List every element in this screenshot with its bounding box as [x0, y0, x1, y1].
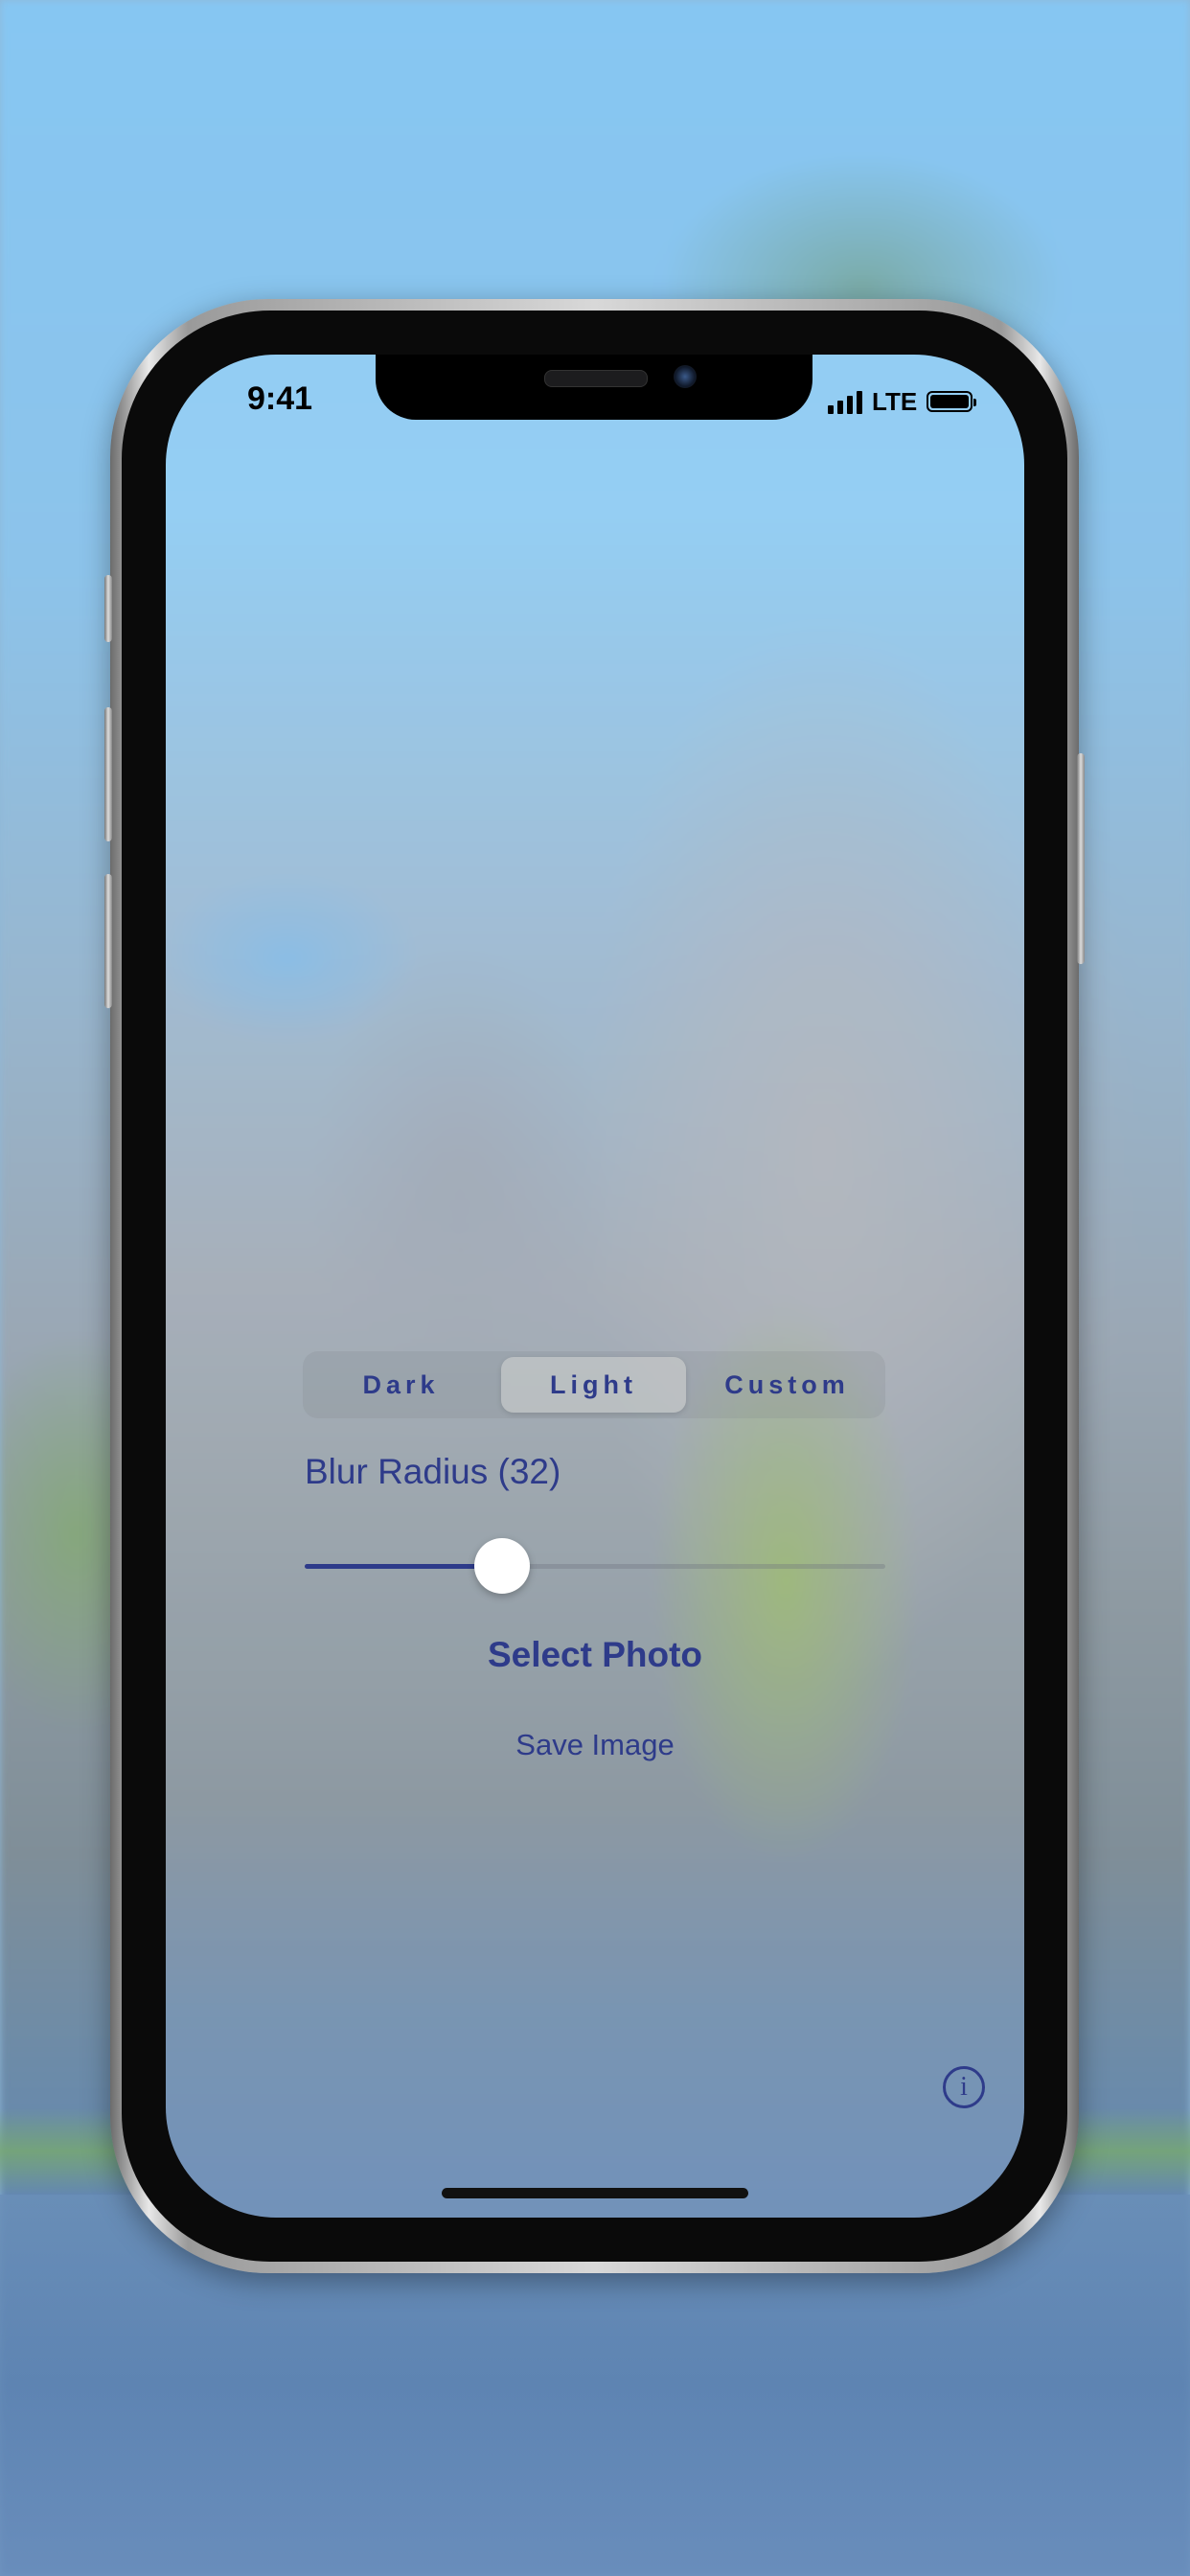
save-image-button[interactable]: Save Image	[0, 1728, 1190, 1762]
blur-radius-label: Blur Radius (32)	[305, 1452, 561, 1491]
style-segmented-control: Dark Light Custom	[303, 1351, 885, 1418]
power-button	[1077, 753, 1085, 964]
segment-dark[interactable]: Dark	[309, 1357, 493, 1413]
network-type: LTE	[872, 386, 918, 416]
status-indicators: LTE	[828, 385, 977, 418]
screen-light-tint	[166, 355, 1024, 2218]
signal-bars-icon	[828, 389, 862, 414]
segment-light[interactable]: Light	[501, 1357, 686, 1413]
notch	[376, 355, 812, 420]
slider-thumb[interactable]	[474, 1538, 531, 1594]
front-camera	[674, 365, 697, 388]
info-icon[interactable]: i	[943, 2066, 985, 2108]
home-indicator[interactable]	[442, 2188, 748, 2198]
segment-custom[interactable]: Custom	[695, 1357, 880, 1413]
volume-down-button	[104, 874, 112, 1008]
speaker-grille	[544, 370, 648, 387]
select-photo-button[interactable]: Select Photo	[0, 1635, 1190, 1675]
blur-radius-slider[interactable]	[305, 1537, 885, 1595]
slider-fill	[305, 1564, 503, 1569]
phone-screen	[166, 355, 1024, 2218]
volume-up-button	[104, 707, 112, 841]
battery-icon	[927, 391, 977, 412]
silent-switch	[104, 575, 112, 642]
status-time: 9:41	[247, 380, 313, 417]
